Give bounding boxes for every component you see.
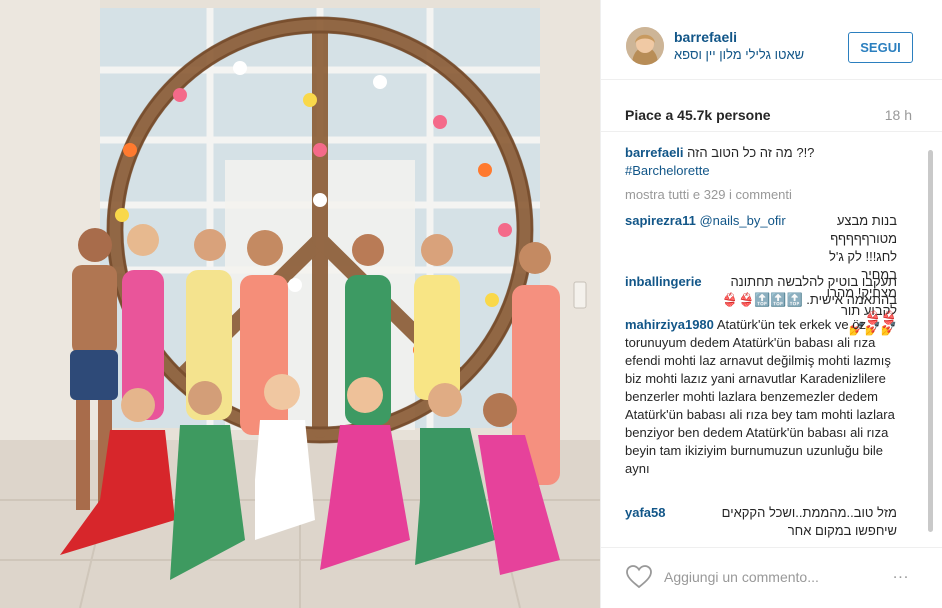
post-time[interactable]: 18 h bbox=[885, 107, 912, 123]
avatar[interactable] bbox=[626, 27, 664, 65]
comments-list[interactable]: barrefaeli ?!? מה זה כל הטוב הזה #Barche… bbox=[601, 132, 942, 547]
comment-text: מזל טוב..מהממת..ושכל הקקאים שיחפשו במקום… bbox=[721, 505, 897, 538]
comments-scrollbar[interactable] bbox=[928, 150, 933, 532]
comment-text: Atatürk'ün tek erkek ve öz torunuyum ded… bbox=[625, 317, 895, 476]
post-username[interactable]: barrefaeli bbox=[674, 29, 737, 45]
add-comment-input[interactable] bbox=[664, 566, 884, 588]
more-options-icon: ... bbox=[892, 565, 910, 582]
post-meta: Piace a 45.7k persone 18 h bbox=[601, 80, 942, 132]
more-options-button[interactable]: ... bbox=[887, 565, 915, 586]
avatar-image bbox=[626, 27, 664, 65]
caption-text: ?!? מה זה כל הטוב הזה bbox=[687, 145, 815, 160]
comment-footer: ... bbox=[601, 547, 942, 608]
comment-item: mahirziya1980 Atatürk'ün tek erkek ve öz… bbox=[625, 316, 897, 478]
caption: barrefaeli ?!? מה זה כל הטוב הזה #Barche… bbox=[625, 144, 897, 180]
post-header: barrefaeli שאטו גלילי מלון יין וספא SEGU… bbox=[601, 0, 942, 80]
caption-hashtag[interactable]: #Barchelorette bbox=[625, 163, 710, 178]
comment-item: yafa58 מזל טוב..מהממת..ושכל הקקאים שיחפש… bbox=[625, 504, 897, 547]
post-photo[interactable] bbox=[0, 0, 600, 608]
heart-icon bbox=[626, 565, 652, 589]
comment-user[interactable]: mahirziya1980 bbox=[625, 317, 714, 332]
caption-user[interactable]: barrefaeli bbox=[625, 145, 684, 160]
post-sidebar: barrefaeli שאטו גלילי מלון יין וספא SEGU… bbox=[600, 0, 942, 608]
follow-button[interactable]: SEGUI bbox=[848, 32, 913, 63]
like-button[interactable] bbox=[625, 564, 653, 590]
party-group-photo bbox=[0, 0, 600, 608]
likes-count[interactable]: Piace a 45.7k persone bbox=[625, 107, 771, 123]
show-all-comments-link[interactable]: mostra tutti e 329 i commenti bbox=[625, 187, 792, 202]
post-location[interactable]: שאטו גלילי מלון יין וספא bbox=[674, 47, 804, 62]
